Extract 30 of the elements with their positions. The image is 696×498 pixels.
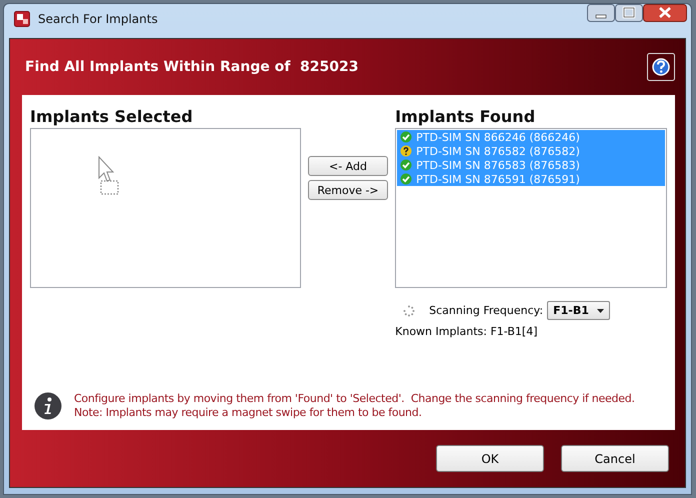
- list-label: Implants Found: [395, 107, 536, 127]
- move-button[interactable]: <- Add: [308, 156, 388, 176]
- info-text: Configure implants by moving them from 'Found' to 'Selected'. Change the scanning frequency if needed.: [74, 392, 635, 406]
- field-label: Scanning Frequency:: [429, 304, 544, 317]
- question-icon: [400, 145, 412, 157]
- help-button[interactable]: [647, 53, 675, 81]
- item-text: PTD-SIM SN 876582 (876582): [416, 144, 580, 158]
- check-icon: [400, 159, 412, 171]
- move-button[interactable]: Remove ->: [308, 180, 388, 200]
- close-button[interactable]: [643, 4, 687, 22]
- known-implants-text: Known Implants: F1-B1[4]: [395, 325, 539, 338]
- dialog-button[interactable]: OK: [436, 445, 544, 472]
- info-icon: [34, 392, 62, 420]
- item-text: PTD-SIM SN 876583 (876583): [416, 158, 580, 172]
- maximize-button[interactable]: [615, 4, 643, 22]
- check-icon: [400, 173, 412, 185]
- app-icon: [14, 11, 30, 27]
- frequency-dropdown[interactable]: F1-B1: [547, 301, 610, 320]
- list-label: Implants Selected: [30, 107, 194, 127]
- item-text: PTD-SIM SN 866246 (866246): [416, 130, 580, 144]
- item-text: PTD-SIM SN 876591 (876591): [416, 172, 580, 186]
- caret-icon: [596, 308, 604, 312]
- minimize-button[interactable]: [587, 4, 615, 22]
- spinner-icon: [403, 304, 416, 316]
- window-title: Search For Implants: [38, 12, 159, 26]
- dialog-button[interactable]: Cancel: [561, 445, 669, 472]
- info-text: Note: Implants may require a magnet swipe for them to be found.: [74, 406, 423, 420]
- drag-cursor-icon: [98, 156, 120, 196]
- check-icon: [400, 131, 412, 143]
- dialog-heading: Find All Implants Within Range of 825023: [25, 59, 358, 75]
